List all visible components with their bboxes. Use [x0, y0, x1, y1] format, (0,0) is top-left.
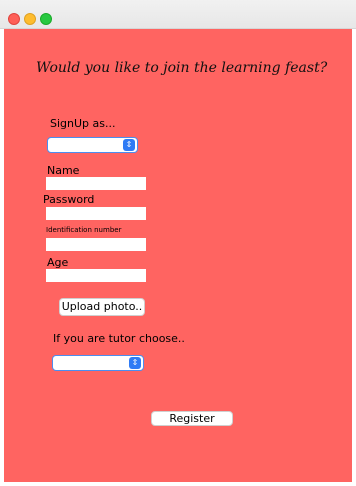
maximize-icon[interactable]	[40, 13, 52, 25]
identification-number-field[interactable]	[46, 238, 146, 251]
page-title: Would you like to join the learning feas…	[36, 60, 328, 76]
close-icon[interactable]	[8, 13, 20, 25]
register-button[interactable]: Register	[151, 411, 233, 426]
age-label: Age	[47, 256, 69, 269]
upload-photo-button[interactable]: Upload photo..	[59, 298, 145, 316]
chevron-updown-icon: ⇕	[129, 357, 141, 369]
name-label: Name	[47, 164, 80, 177]
signup-as-label: SignUp as...	[50, 117, 116, 130]
name-field[interactable]	[46, 177, 146, 190]
password-label: Password	[43, 193, 95, 206]
signup-role-select[interactable]: ⇕	[47, 137, 138, 153]
app-window: Would you like to join the learning feas…	[0, 0, 356, 486]
tutor-select[interactable]: ⇕	[52, 355, 144, 371]
chevron-updown-icon: ⇕	[123, 139, 135, 151]
age-field[interactable]	[46, 269, 146, 282]
title-bar	[0, 0, 356, 29]
tutor-choose-label: If you are tutor choose..	[53, 332, 185, 345]
identification-number-label: Identification number	[46, 226, 122, 234]
minimize-icon[interactable]	[24, 13, 36, 25]
password-field[interactable]	[46, 207, 146, 220]
